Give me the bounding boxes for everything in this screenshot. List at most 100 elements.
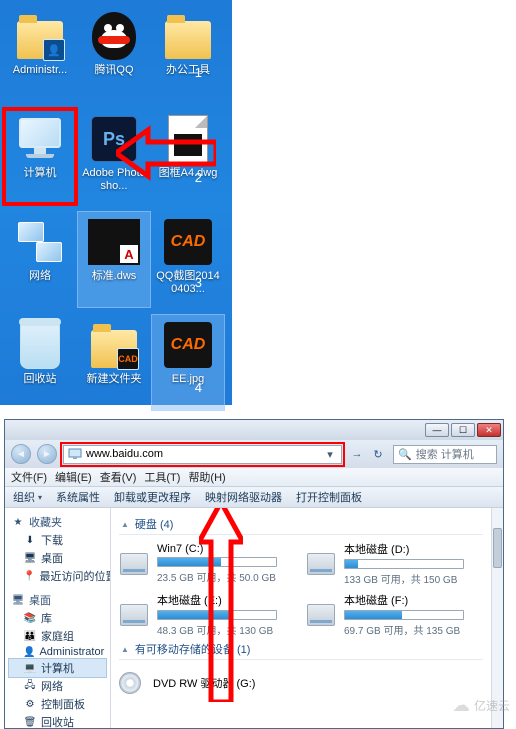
tree-lib-icon: 📚 (23, 612, 37, 624)
hdd-icon (306, 550, 336, 578)
open-control-panel-button[interactable]: 打开控制面板 (296, 489, 362, 505)
titlebar: — ☐ ✕ (5, 420, 503, 440)
tree-recent-icon: 📍 (23, 570, 35, 582)
desktop-icon[interactable]: CADEE.jpg (152, 315, 224, 410)
tree-item[interactable]: 🗑回收站 (9, 713, 106, 728)
scrollbar-thumb[interactable] (493, 528, 502, 568)
desktop-icon[interactable]: 办公工具 (152, 6, 224, 101)
desktop-icon[interactable]: A标准.dws (78, 212, 150, 307)
collapse-icon: ▲ (121, 645, 129, 654)
removable-section-header[interactable]: ▲ 有可移动存储的设备 (1) (119, 637, 483, 660)
drive-item[interactable]: 本地磁盘 (D:)133 GB 可用，共 150 GB (306, 541, 483, 586)
desktop-icon-label: 计算机 (4, 165, 76, 180)
back-button[interactable]: ◄ (11, 444, 31, 464)
cutoff-text: 3 (195, 275, 202, 290)
map-network-drive-button[interactable]: 映射网络驱动器 (205, 489, 282, 505)
tree-dl-icon: ⬇ (23, 534, 37, 546)
desktop-icon-label: 腾讯QQ (78, 62, 150, 77)
desktop-icon-label: 新建文件夹 (78, 371, 150, 386)
explorer-body: ★收藏夹⬇下载🖥桌面📍最近访问的位置🖥桌面📚库👪家庭组👤Administrato… (5, 508, 503, 728)
menu-item[interactable]: 文件(F) (11, 469, 47, 485)
computer-icon (14, 113, 66, 165)
cad-icon: CAD (162, 216, 214, 268)
uninstall-programs-button[interactable]: 卸载或更改程序 (114, 489, 191, 505)
qq-icon (88, 10, 140, 62)
removable-item[interactable]: DVD RW 驱动器 (G:) (119, 666, 483, 700)
tree-item[interactable]: ⬇下载 (9, 531, 106, 549)
menu-item[interactable]: 工具(T) (144, 469, 180, 485)
tree-item[interactable]: 🖥桌面 (9, 549, 106, 567)
tree-item[interactable]: 📍最近访问的位置 (9, 567, 106, 585)
desktop: 👤Administr...腾讯QQ办公工具计算机PsAdobe Photosho… (0, 0, 232, 405)
go-button[interactable]: → (348, 445, 366, 463)
drive-item[interactable]: Win7 (C:)23.5 GB 可用，共 50.0 GB (119, 541, 296, 586)
tree-pc-icon: 💻 (23, 662, 37, 674)
tree-ctrl-icon: ⚙ (23, 698, 37, 710)
drive-item[interactable]: 本地磁盘 (F:)69.7 GB 可用，共 135 GB (306, 592, 483, 637)
hdd-icon (119, 601, 149, 629)
drive-usage-bar (344, 610, 464, 620)
minimize-button[interactable]: — (425, 423, 449, 437)
computer-icon (68, 447, 82, 461)
menu-item[interactable]: 编辑(E) (55, 469, 92, 485)
tree-item[interactable]: 📚库 (9, 609, 106, 627)
desktop-icon[interactable]: 图框A4.dwg (152, 109, 224, 204)
hdd-icon (119, 550, 149, 578)
desktop-icon-label: 回收站 (4, 371, 76, 386)
maximize-button[interactable]: ☐ (451, 423, 475, 437)
desktop-icon[interactable]: PsAdobe Photosho... (78, 109, 150, 204)
menu-item[interactable]: 帮助(H) (188, 469, 225, 485)
drive-name: 本地磁盘 (E:) (157, 592, 296, 608)
navigation-tree: ★收藏夹⬇下载🖥桌面📍最近访问的位置🖥桌面📚库👪家庭组👤Administrato… (5, 508, 111, 728)
tree-item[interactable]: 💻计算机 (9, 659, 106, 677)
hdd-section-header[interactable]: ▲ 硬盘 (4) (119, 512, 483, 535)
desktop-icon-label: 办公工具 (152, 62, 224, 77)
desktop-icon[interactable]: 腾讯QQ (78, 6, 150, 101)
hdd-icon (306, 601, 336, 629)
drive-usage-bar (157, 557, 277, 567)
folder-cad-icon: CAD (88, 319, 140, 371)
desktop-icon[interactable]: 网络 (4, 212, 76, 307)
address-dropdown-icon[interactable]: ▾ (323, 448, 337, 461)
drive-usage-bar (157, 610, 277, 620)
tree-desk-icon: 🖥 (23, 552, 37, 564)
bin-icon (14, 319, 66, 371)
cutoff-text: 2 (195, 170, 202, 185)
desktop-icon[interactable]: CAD新建文件夹 (78, 315, 150, 410)
search-placeholder: 搜索 计算机 (416, 446, 474, 462)
tree-home-icon: 👪 (23, 630, 37, 642)
tree-desktop[interactable]: 🖥桌面 (9, 591, 106, 609)
tree-item[interactable]: 👪家庭组 (9, 627, 106, 645)
drive-item[interactable]: 本地磁盘 (E:)48.3 GB 可用，共 130 GB (119, 592, 296, 637)
folder-user-icon: 👤 (14, 10, 66, 62)
organize-menu[interactable]: 组织 (13, 489, 42, 505)
address-bar[interactable]: www.baidu.com ▾ (63, 445, 342, 464)
desktop-icon-label: 网络 (4, 268, 76, 283)
removable-section-label: 有可移动存储的设备 (1) (135, 641, 251, 657)
menu-item[interactable]: 查看(V) (100, 469, 137, 485)
tree-bin-icon: 🗑 (23, 716, 37, 728)
drive-name: 本地磁盘 (D:) (344, 541, 483, 557)
tree-desk-icon: 🖥 (11, 594, 25, 606)
desktop-icon[interactable]: CADQQ截图20140403... (152, 212, 224, 307)
close-button[interactable]: ✕ (477, 423, 501, 437)
folder-icon (162, 10, 214, 62)
removable-name: DVD RW 驱动器 (G:) (153, 675, 255, 691)
desktop-icon[interactable]: 回收站 (4, 315, 76, 410)
system-properties-button[interactable]: 系统属性 (56, 489, 100, 505)
desktop-icon[interactable]: 计算机 (4, 109, 76, 204)
tree-item[interactable]: ⚙控制面板 (9, 695, 106, 713)
desktop-icon[interactable]: 👤Administr... (4, 6, 76, 101)
desktop-icon-label: 图框A4.dwg (152, 165, 224, 180)
refresh-button[interactable]: ↻ (369, 445, 387, 463)
tree-item[interactable]: 👤Administrator (9, 645, 106, 659)
dws-icon: A (88, 216, 140, 268)
forward-button[interactable]: ► (37, 444, 57, 464)
tree-item[interactable]: 🖧网络 (9, 677, 106, 695)
watermark-text: 亿速云 (474, 697, 510, 714)
search-box[interactable]: 🔍 搜索 计算机 (393, 445, 497, 464)
tree-favorites[interactable]: ★收藏夹 (9, 513, 106, 531)
drive-name: Win7 (C:) (157, 543, 296, 555)
desktop-icon-label: Administr... (4, 62, 76, 77)
watermark: ☁ 亿速云 (452, 695, 510, 716)
